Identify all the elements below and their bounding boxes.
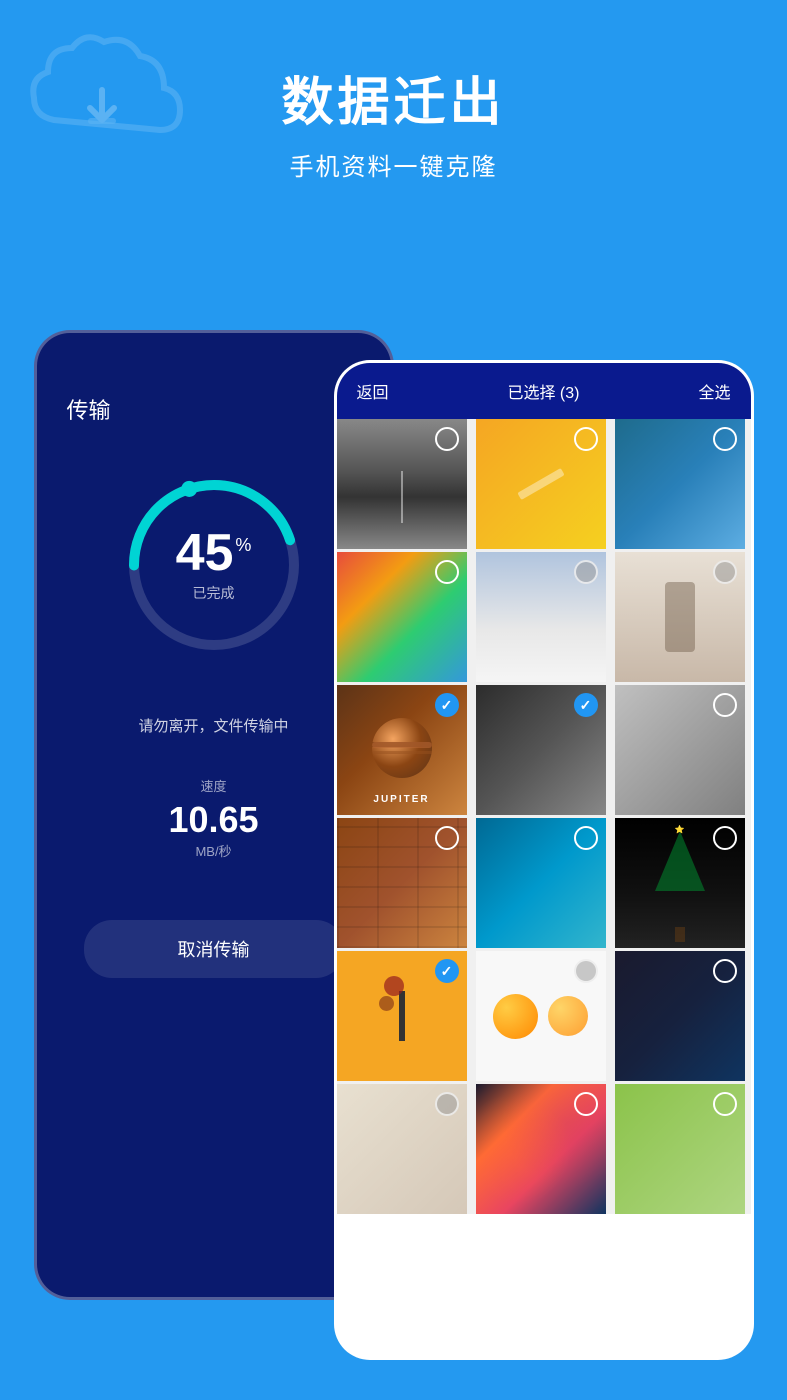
main-title: 数据迁出 <box>281 60 505 135</box>
grid-item-12[interactable]: ⭐ <box>615 818 745 948</box>
grid-item-11[interactable] <box>476 818 606 948</box>
sub-title: 手机资料一键克隆 <box>290 147 498 182</box>
progress-circle: 45 % 已完成 <box>114 465 314 665</box>
select-circle-7[interactable] <box>435 693 459 717</box>
header-section: 数据迁出 手机资料一键克隆 <box>0 0 787 222</box>
grid-item-14[interactable] <box>476 951 606 1081</box>
select-circle-6[interactable] <box>713 560 737 584</box>
select-circle-11[interactable] <box>574 826 598 850</box>
grid-item-5[interactable] <box>476 552 606 682</box>
speed-section: 速度 10.65 MB/秒 <box>168 776 258 860</box>
cancel-transfer-button[interactable]: 取消传输 <box>84 920 344 978</box>
grid-item-8[interactable] <box>476 685 606 815</box>
progress-done-label: 已完成 <box>176 583 252 603</box>
back-button[interactable]: 返回 <box>357 379 389 403</box>
progress-text: 45 % 已完成 <box>176 527 252 603</box>
select-circle-9[interactable] <box>713 693 737 717</box>
select-circle-4[interactable] <box>435 560 459 584</box>
select-circle-1[interactable] <box>435 427 459 451</box>
select-circle-14[interactable] <box>574 959 598 983</box>
phones-container: 传输 45 % <box>34 330 754 1370</box>
grid-item-4[interactable] <box>337 552 467 682</box>
progress-percent: % <box>235 535 251 556</box>
select-circle-16[interactable] <box>435 1092 459 1116</box>
select-circle-18[interactable] <box>713 1092 737 1116</box>
grid-item-2[interactable] <box>476 419 606 549</box>
grid-item-13[interactable] <box>337 951 467 1081</box>
grid-item-1[interactable] <box>337 419 467 549</box>
select-circle-17[interactable] <box>574 1092 598 1116</box>
grid-item-3[interactable] <box>615 419 745 549</box>
select-circle-3[interactable] <box>713 427 737 451</box>
grid-item-15[interactable] <box>615 951 745 1081</box>
right-phone: 返回 已选择 (3) 全选 <box>334 360 754 1360</box>
speed-value: 10.65 <box>168 799 258 841</box>
select-circle-12[interactable] <box>713 826 737 850</box>
gallery-grid: JUPITER <box>337 419 751 1214</box>
grid-item-10[interactable] <box>337 818 467 948</box>
select-circle-2[interactable] <box>574 427 598 451</box>
grid-item-17[interactable] <box>476 1084 606 1214</box>
select-circle-8[interactable] <box>574 693 598 717</box>
grid-item-16[interactable] <box>337 1084 467 1214</box>
progress-number: 45 <box>176 527 234 579</box>
grid-item-6[interactable] <box>615 552 745 682</box>
transfer-section-label: 传输 <box>67 393 111 425</box>
grid-item-9[interactable] <box>615 685 745 815</box>
select-circle-13[interactable] <box>435 959 459 983</box>
select-circle-10[interactable] <box>435 826 459 850</box>
gallery-header: 返回 已选择 (3) 全选 <box>337 363 751 419</box>
grid-item-18[interactable] <box>615 1084 745 1214</box>
grid-item-7[interactable]: JUPITER <box>337 685 467 815</box>
selected-count-title: 已选择 (3) <box>507 379 579 403</box>
speed-unit: MB/秒 <box>168 841 258 860</box>
select-circle-15[interactable] <box>713 959 737 983</box>
jupiter-planet <box>372 718 432 778</box>
select-all-button[interactable]: 全选 <box>698 379 730 403</box>
select-circle-5[interactable] <box>574 560 598 584</box>
speed-label: 速度 <box>168 776 258 795</box>
transfer-warning-text: 请勿离开，文件传输中 <box>138 715 288 736</box>
jupiter-label: JUPITER <box>373 794 429 805</box>
